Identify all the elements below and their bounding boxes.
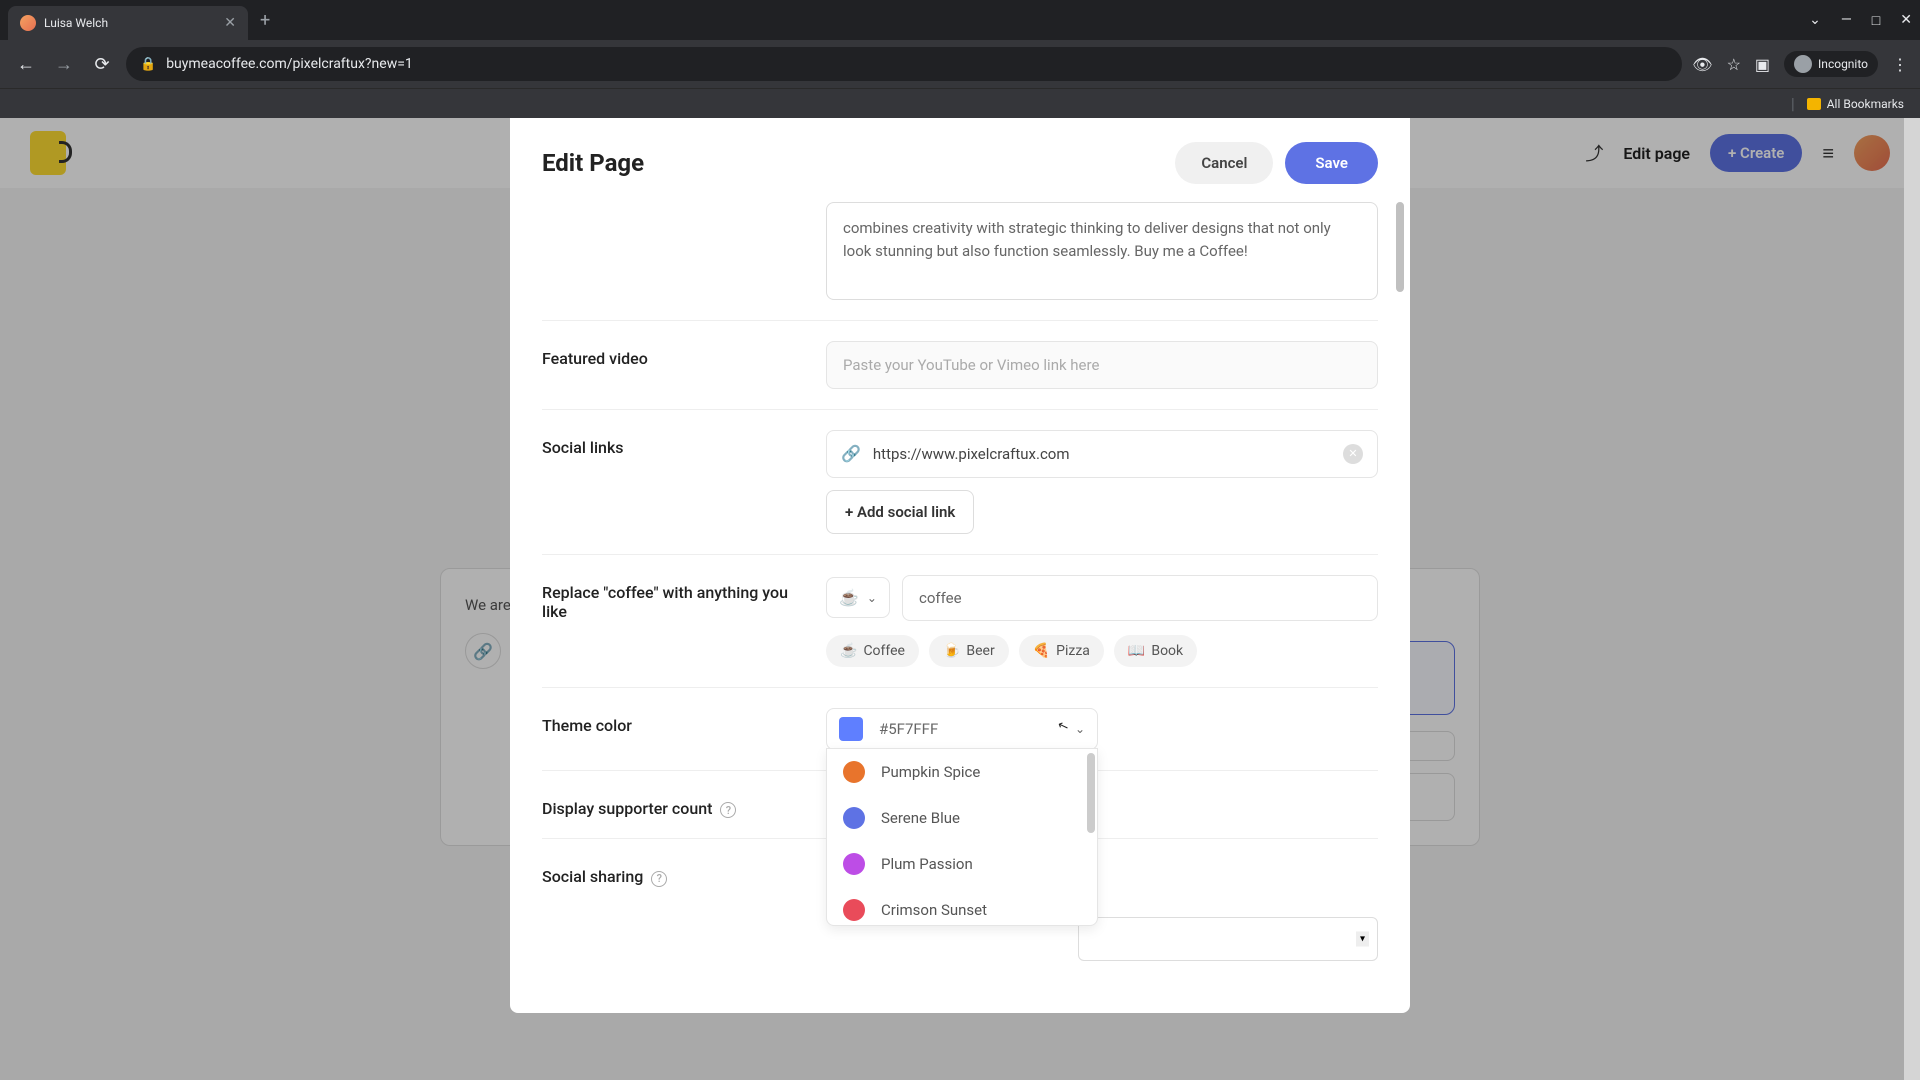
star-icon[interactable]: ☆ xyxy=(1727,55,1741,74)
theme-color-select[interactable]: #5F7FFF ↖ ⌄ xyxy=(826,708,1098,750)
incognito-icon xyxy=(1794,55,1812,73)
modal-body: combines creativity with strategic think… xyxy=(510,202,1410,1013)
replace-input[interactable] xyxy=(902,575,1378,621)
about-textarea[interactable]: combines creativity with strategic think… xyxy=(826,202,1378,300)
maximize-icon[interactable]: □ xyxy=(1872,12,1880,29)
replace-coffee-label: Replace "coffee" with anything you like xyxy=(542,575,802,667)
forward-button[interactable]: → xyxy=(50,54,78,75)
scroll-thumb[interactable] xyxy=(1396,202,1404,292)
reload-button[interactable]: ⟳ xyxy=(88,54,116,75)
new-tab-button[interactable]: + xyxy=(260,10,270,31)
incognito-label: Incognito xyxy=(1818,57,1868,71)
help-icon[interactable]: ? xyxy=(651,871,667,887)
modal-overlay: Edit Page Cancel Save combines creativit… xyxy=(0,118,1920,1080)
social-link-row: 🔗 ✕ xyxy=(826,430,1378,478)
bookmarks-bar: | All Bookmarks xyxy=(0,88,1920,118)
theme-color-dropdown: Pumpkin Spice Serene Blue Plum Passion xyxy=(826,748,1098,926)
chevron-down-icon: ⌄ xyxy=(1075,722,1085,736)
color-dot xyxy=(843,807,865,829)
modal-title: Edit Page xyxy=(542,149,644,177)
supporter-count-label: Display supporter count ? xyxy=(542,791,802,819)
chip-book[interactable]: 📖Book xyxy=(1114,635,1197,667)
browser-toolbar: ← → ⟳ 🔒 buymeacoffee.com/pixelcraftux?ne… xyxy=(0,40,1920,88)
url-bar[interactable]: 🔒 buymeacoffee.com/pixelcraftux?new=1 xyxy=(126,47,1682,81)
color-dot xyxy=(843,761,865,783)
tab-close-icon[interactable]: ✕ xyxy=(224,15,236,31)
cancel-button[interactable]: Cancel xyxy=(1175,142,1273,184)
minimize-icon[interactable]: ― xyxy=(1841,12,1852,29)
social-sharing-label: Social sharing ? xyxy=(542,859,802,961)
tab-favicon xyxy=(20,15,36,31)
color-swatch xyxy=(839,717,863,741)
dropdown-scrollbar[interactable] xyxy=(1087,753,1095,833)
bookmarks-label: All Bookmarks xyxy=(1827,97,1904,111)
color-dot xyxy=(843,899,865,921)
link-icon: 🔗 xyxy=(841,444,861,463)
chip-pizza[interactable]: 🍕Pizza xyxy=(1019,635,1104,667)
color-dot xyxy=(843,853,865,875)
folder-icon xyxy=(1807,98,1821,110)
extensions-icon[interactable]: ▣ xyxy=(1755,55,1770,74)
selected-emoji: ☕ xyxy=(839,588,859,607)
social-links-label: Social links xyxy=(542,430,802,534)
modal-header: Edit Page Cancel Save xyxy=(510,118,1410,202)
color-option-serene[interactable]: Serene Blue xyxy=(827,795,1097,841)
incognito-badge: Incognito xyxy=(1784,51,1878,77)
featured-video-input[interactable] xyxy=(826,341,1378,389)
browser-tab-strip: Luisa Welch ✕ + ⌄ ― □ ✕ xyxy=(0,0,1920,40)
back-button[interactable]: ← xyxy=(12,54,40,75)
save-button[interactable]: Save xyxy=(1285,142,1378,184)
add-social-link-button[interactable]: + Add social link xyxy=(826,490,974,534)
all-bookmarks-button[interactable]: All Bookmarks xyxy=(1807,97,1904,111)
chip-beer[interactable]: 🍺Beer xyxy=(929,635,1009,667)
url-text: buymeacoffee.com/pixelcraftux?new=1 xyxy=(166,56,413,72)
chip-coffee[interactable]: ☕Coffee xyxy=(826,635,919,667)
kebab-menu-icon[interactable]: ⋮ xyxy=(1892,55,1908,74)
close-window-icon[interactable]: ✕ xyxy=(1900,12,1912,29)
color-option-pumpkin[interactable]: Pumpkin Spice xyxy=(827,749,1097,795)
tab-title: Luisa Welch xyxy=(44,16,216,30)
edit-page-modal: Edit Page Cancel Save combines creativit… xyxy=(510,118,1410,1013)
theme-color-label: Theme color xyxy=(542,708,802,750)
color-option-plum[interactable]: Plum Passion xyxy=(827,841,1097,887)
chevron-down-icon: ⌄ xyxy=(867,591,877,605)
window-controls: ⌄ ― □ ✕ xyxy=(1809,12,1912,29)
color-hex-value: #5F7FFF xyxy=(879,720,1059,738)
preset-chips: ☕Coffee 🍺Beer 🍕Pizza 📖Book xyxy=(826,635,1378,667)
eye-off-icon[interactable]: 👁 xyxy=(1692,55,1712,74)
lock-icon: 🔒 xyxy=(140,57,156,72)
chevron-down-icon[interactable]: ⌄ xyxy=(1809,12,1821,29)
color-option-crimson[interactable]: Crimson Sunset xyxy=(827,887,1097,925)
clear-icon[interactable]: ✕ xyxy=(1343,444,1363,464)
help-icon[interactable]: ? xyxy=(720,802,736,818)
modal-scrollbar[interactable] xyxy=(1396,202,1406,1013)
featured-video-label: Featured video xyxy=(542,341,802,389)
share-preview-select[interactable] xyxy=(1078,917,1378,961)
emoji-select[interactable]: ☕ ⌄ xyxy=(826,577,890,618)
browser-tab[interactable]: Luisa Welch ✕ xyxy=(8,6,248,40)
social-link-input[interactable] xyxy=(873,433,1331,475)
